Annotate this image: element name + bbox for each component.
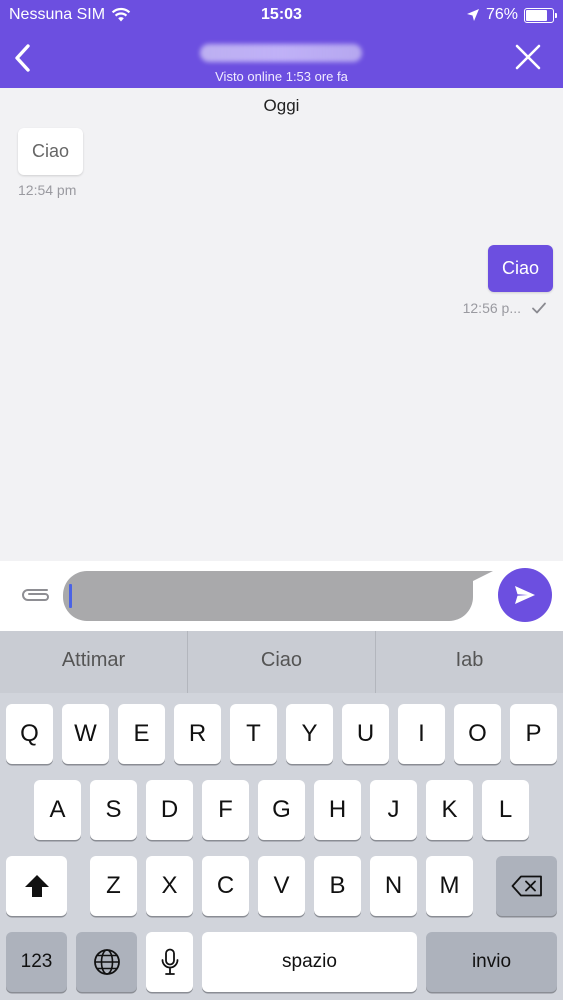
key-j[interactable]: J [370,780,417,840]
contact-name-blurred [200,44,362,62]
key-g[interactable]: G [258,780,305,840]
day-separator: Oggi [263,96,300,115]
globe-key[interactable] [76,932,137,992]
key-a[interactable]: A [34,780,81,840]
shift-key[interactable] [6,856,67,916]
return-key[interactable]: invio [426,932,557,992]
key-w[interactable]: W [62,704,109,764]
key-h[interactable]: H [314,780,361,840]
backspace-key[interactable] [496,856,557,916]
globe-icon [93,949,120,975]
microphone-key[interactable] [146,932,193,992]
chat-header: Nessuna SIM 15:03 76% Visto online 1:53 … [0,0,563,88]
key-e[interactable]: E [118,704,165,764]
input-bubble-tail [465,571,493,585]
microphone-icon [161,948,178,975]
message-composer [0,561,563,631]
space-key[interactable]: spazio [202,932,417,992]
message-input-wrap [63,571,493,621]
text-caret [69,584,72,608]
key-v[interactable]: V [258,856,305,916]
message-bubble-incoming[interactable]: Ciao [18,128,84,175]
key-m[interactable]: M [426,856,473,916]
last-seen-status: Visto online 1:53 ore fa [215,69,348,84]
message-time-incoming: 12:54 pm [18,182,77,198]
message-time-outgoing: 12:56 p... [462,300,521,316]
send-icon [515,586,535,604]
key-n[interactable]: N [370,856,417,916]
key-c[interactable]: C [202,856,249,916]
message-bubble-outgoing[interactable]: Ciao [487,245,553,292]
key-s[interactable]: S [90,780,137,840]
keyboard: Attimar Ciao Iab Q W E R T Y U I O P A S… [0,631,563,1000]
suggestion-1[interactable]: Attimar [0,631,187,693]
chat-area[interactable]: Oggi Ciao 12:54 pm Ciao 12:56 p... [0,88,563,561]
key-i[interactable]: I [398,704,445,764]
suggestion-bar: Attimar Ciao Iab [0,631,563,693]
battery-fill [526,9,548,21]
send-button[interactable] [498,568,552,622]
backspace-icon [511,875,542,897]
status-bar: Nessuna SIM 15:03 76% [0,0,563,30]
key-q[interactable]: Q [6,704,53,764]
key-p[interactable]: P [510,704,557,764]
close-icon[interactable] [515,44,541,70]
message-input[interactable] [63,571,473,621]
key-o[interactable]: O [454,704,501,764]
key-t[interactable]: T [230,704,277,764]
location-arrow-icon [466,9,479,21]
key-r[interactable]: R [174,704,221,764]
battery-icon [524,7,557,23]
key-l[interactable]: L [482,780,529,840]
key-k[interactable]: K [426,780,473,840]
numbers-key[interactable]: 123 [6,932,67,992]
key-b[interactable]: B [314,856,361,916]
check-icon [532,302,546,314]
status-right: 76% [466,6,557,24]
suggestion-2[interactable]: Ciao [187,631,375,693]
battery-percent: 76% [485,6,518,23]
key-y[interactable]: Y [286,704,333,764]
key-f[interactable]: F [202,780,249,840]
key-u[interactable]: U [342,704,389,764]
key-z[interactable]: Z [90,856,137,916]
suggestion-3[interactable]: Iab [375,631,563,693]
key-x[interactable]: X [146,856,193,916]
shift-arrow-icon [24,875,49,897]
paperclip-icon[interactable] [17,584,53,606]
key-d[interactable]: D [146,780,193,840]
